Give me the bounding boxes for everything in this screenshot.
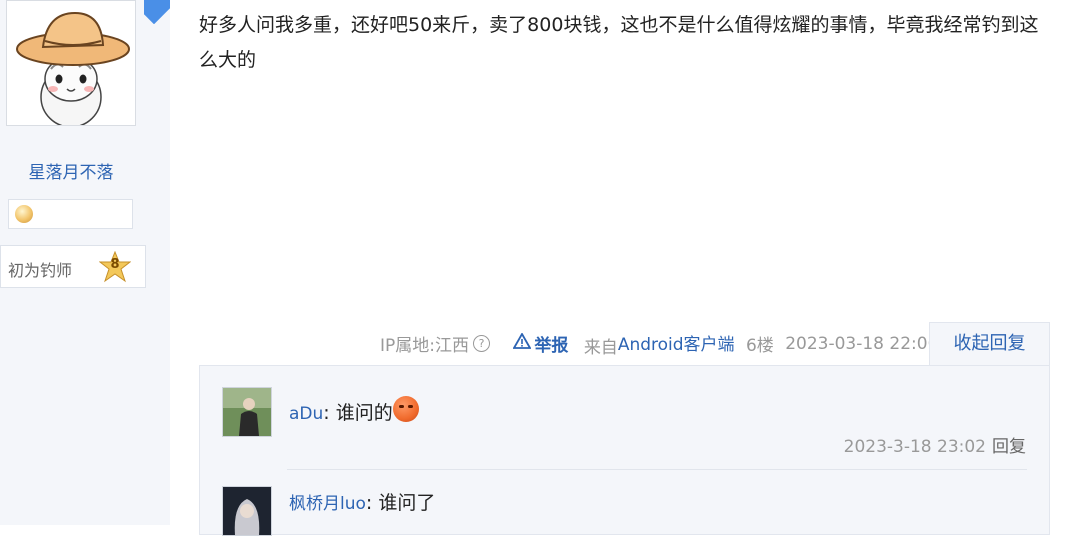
report-link[interactable]: 举报	[534, 331, 568, 356]
reply-username[interactable]: aDu	[289, 404, 323, 424]
reply-datetime: 2023-3-18 23:02	[843, 437, 986, 457]
floor-number: 6楼	[745, 336, 774, 357]
author-sidebar: 星落月不落 初为钓师 8	[0, 0, 170, 525]
ip-location: IP属地:江西	[380, 336, 469, 357]
client-prefix: 来自	[583, 337, 618, 358]
reply-separator: :	[323, 402, 336, 424]
author-badge-bar	[8, 199, 133, 229]
reply-item: aDu: 谁问的	[289, 396, 419, 425]
reply-text: 谁问的	[335, 402, 393, 424]
post-content: 好多人问我多重，还好吧50来斤，卖了800块钱，这也不是什么值得炫耀的事情，毕竟…	[199, 14, 1039, 71]
badge-coin-icon[interactable]	[15, 205, 33, 223]
reply-text: 谁问了	[378, 492, 436, 514]
client-name-link[interactable]: Android客户端	[618, 335, 735, 355]
level-star-icon: 8	[98, 250, 132, 283]
reply-list: aDu: 谁问的 2023-3-18 23:02 回复 枫桥月luo: 谁问了	[199, 365, 1050, 536]
author-level: 初为钓师 8	[0, 245, 146, 288]
author-username[interactable]: 星落月不落	[0, 158, 142, 183]
hamster-avatar-icon	[16, 11, 130, 128]
reply-meta: 2023-3-18 23:02 回复	[844, 432, 1026, 457]
warning-icon[interactable]	[512, 332, 532, 354]
help-icon[interactable]: ?	[473, 335, 490, 353]
client-source: 来自Android客户端	[584, 330, 735, 358]
reply-username[interactable]: 枫桥月luo	[289, 494, 366, 514]
level-title: 初为钓师	[8, 261, 73, 280]
author-avatar[interactable]	[6, 0, 136, 128]
post-meta: IP属地:江西? 举报 来自Android客户端 6楼 2023-03-18 2…	[380, 330, 938, 360]
corner-flag-icon	[144, 0, 170, 24]
post-datetime: 2023-03-18 22:06	[785, 333, 939, 354]
angry-face-emoji-icon	[392, 396, 419, 422]
reply-divider	[287, 469, 1027, 470]
collapse-replies-button[interactable]: 收起回复	[929, 322, 1050, 365]
reply-avatar[interactable]	[222, 486, 272, 536]
reply-avatar[interactable]	[222, 387, 272, 437]
reply-separator: :	[365, 492, 379, 514]
level-number: 8	[110, 257, 120, 272]
reply-button[interactable]: 回复	[992, 437, 1026, 457]
reply-item: 枫桥月luo: 谁问了	[289, 488, 435, 515]
